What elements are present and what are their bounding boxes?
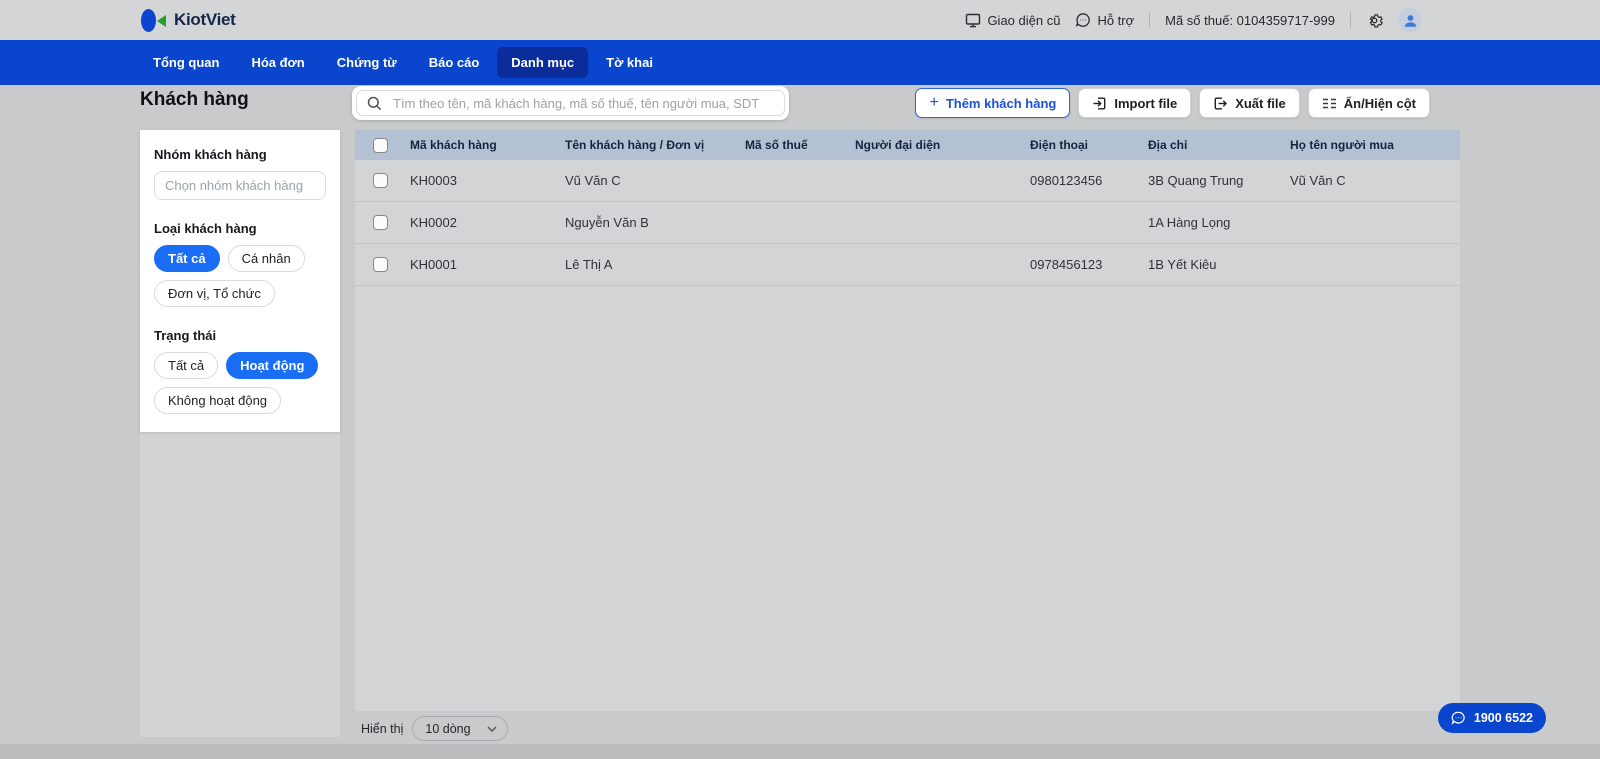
nav-item-4[interactable]: Danh mục [497,47,589,78]
column-header: Điện thoại [1030,138,1089,152]
table-footer: Hiển thị 10 dòng [361,716,508,741]
action-buttons: + Thêm khách hàng Import file Xuất file [915,88,1430,118]
filter-card: Nhóm khách hàng Loại khách hàng Tất cả Cá… [140,130,340,432]
divider [1149,12,1151,28]
gear-icon [1366,12,1383,29]
cell-code: KH0002 [410,215,457,230]
chevron-down-icon [487,725,497,732]
bottom-strip [0,744,1600,759]
table-row[interactable]: KH0003 Vũ Văn C 0980123456 3B Quang Trung Vũ… [355,160,1460,202]
cell-name: Nguyễn Văn B [565,215,649,230]
support-link[interactable]: Hỗ trợ [1075,12,1134,28]
person-icon [1404,14,1416,27]
cell-address: 1A Hàng Lọng [1148,215,1231,230]
filter-pill[interactable]: Hoạt động [226,352,319,379]
import-file-button[interactable]: Import file [1078,88,1192,118]
columns-icon [1322,97,1337,110]
status-label: Trạng thái [154,328,217,343]
main-nav: Tổng quan Hóa đơn Chứng từ Báo cáo Danh mục T… [0,40,1600,85]
column-header: Mã số thuế [745,138,808,152]
monitor-icon [965,13,981,28]
export-file-button[interactable]: Xuất file [1199,88,1300,118]
customer-group-select[interactable] [154,171,326,200]
cell-buyer: Vũ Văn C [1290,173,1346,188]
support-label: Hỗ trợ [1097,12,1135,28]
cell-address: 1B Yết Kiêu [1148,257,1217,272]
filter-pill[interactable]: Đơn vị, Tổ chức [154,280,275,307]
tax-code-text: Mã số thuế: 0104359717-999 [1165,12,1335,28]
page-title: Khách hàng [140,89,249,110]
add-customer-button[interactable]: + Thêm khách hàng [915,88,1071,118]
nav-item-5[interactable]: Tờ khai [592,47,667,78]
cell-code: KH0001 [410,257,457,272]
cell-address: 3B Quang Trung [1148,173,1244,188]
row-checkbox[interactable] [373,257,388,272]
kiotviet-logo-icon [140,7,167,34]
show-label: Hiển thị [361,721,404,736]
rows-per-page-select[interactable]: 10 dòng [412,716,508,741]
nav-item-2[interactable]: Chứng từ [323,47,411,78]
status-pills: Tất cả Hoạt động Không hoạt động [154,352,326,414]
table-header: Mã khách hàng Tên khách hàng / Đơn vị Mã s… [355,130,1460,160]
customer-group-label: Nhóm khách hàng [154,147,267,162]
brand-name: KiotViet [174,10,236,29]
topbar: KiotViet Giao diện cũ Hỗ trợ Mã số thuế:… [0,0,1600,40]
filter-pill[interactable]: Cá nhân [227,245,305,272]
cell-phone: 0978456123 [1030,257,1103,272]
toggle-columns-button[interactable]: Ẩn/Hiện cột [1307,88,1430,118]
help-chat-icon [1075,12,1091,28]
user-avatar[interactable] [1398,8,1422,32]
old-interface-link[interactable]: Giao diện cũ [965,13,1060,28]
nav-item-1[interactable]: Hóa đơn [237,47,318,78]
hotline-button[interactable]: 1900 6522 [1437,703,1546,733]
import-icon [1092,96,1107,111]
export-icon [1213,96,1228,111]
cell-name: Vũ Văn C [565,173,621,188]
nav-item-3[interactable]: Báo cáo [415,47,494,78]
row-checkbox[interactable] [373,173,388,188]
column-header: Địa chỉ [1148,138,1188,152]
customer-type-label: Loại khách hàng [154,221,257,236]
cell-code: KH0003 [410,173,457,188]
hotline-number: 1900 6522 [1473,711,1533,725]
brand[interactable]: KiotViet [140,0,236,40]
search-bar [352,86,789,120]
old-interface-label: Giao diện cũ [987,12,1061,28]
cell-phone: 0980123456 [1030,173,1103,188]
settings-button[interactable] [1366,12,1383,29]
chat-bubble-icon [1451,711,1466,725]
divider [1350,12,1351,28]
filter-pill[interactable]: Tất cả [154,245,220,272]
customer-type-pills: Tất cả Cá nhân Đơn vị, Tổ chức [154,245,326,307]
filter-pill[interactable]: Không hoạt động [154,387,282,414]
column-header: Họ tên người mua [1290,138,1394,152]
cell-name: Lê Thị A [565,257,613,272]
column-header: Người đại diện [855,138,941,152]
filter-sidebar: Nhóm khách hàng Loại khách hàng Tất cả Cá… [140,130,340,737]
plus-icon: + [929,93,939,111]
customer-table: Mã khách hàng Tên khách hàng / Đơn vị Mã s… [355,130,1460,711]
table-row[interactable]: KH0001 Lê Thị A 0978456123 1B Yết Kiêu [355,244,1460,286]
column-header: Tên khách hàng / Đơn vị [565,138,705,152]
row-checkbox[interactable] [373,215,388,230]
search-icon [367,96,382,111]
table-row[interactable]: KH0002 Nguyễn Văn B 1A Hàng Lọng [355,202,1460,244]
select-all-checkbox[interactable] [373,137,388,153]
column-header: Mã khách hàng [410,138,497,152]
filter-pill[interactable]: Tất cả [154,352,219,379]
search-input[interactable] [391,94,774,112]
nav-item-0[interactable]: Tổng quan [139,47,233,78]
